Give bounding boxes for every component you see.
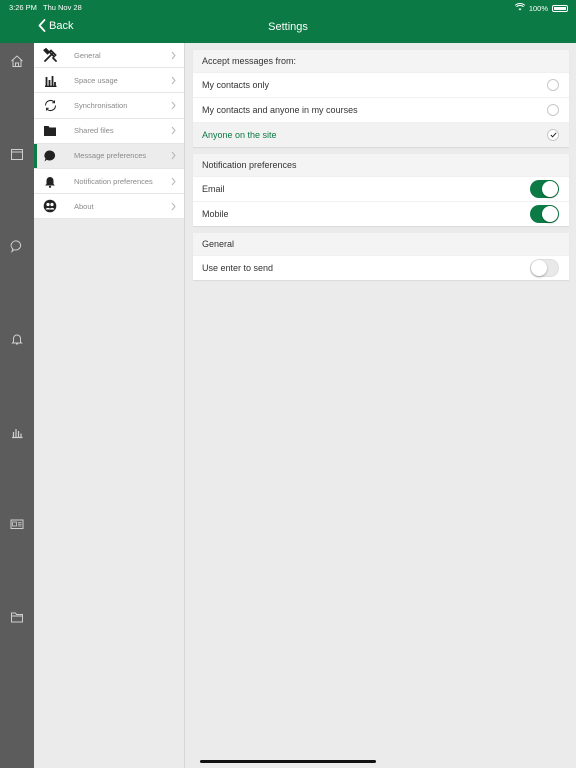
email-toggle[interactable] xyxy=(530,180,559,198)
speech-bubble-icon xyxy=(42,148,58,164)
side-rail xyxy=(0,43,34,768)
badge-icon[interactable] xyxy=(10,517,24,531)
folder-icon xyxy=(42,123,58,139)
menu-item-shared-files[interactable]: Shared files xyxy=(34,118,184,144)
general-heading: General xyxy=(193,233,569,255)
chevron-right-icon xyxy=(171,202,176,211)
bar-chart-icon xyxy=(42,72,58,88)
menu-item-notification-preferences[interactable]: Notification preferences xyxy=(34,168,184,195)
chevron-right-icon xyxy=(171,76,176,85)
status-date: Thu Nov 28 xyxy=(43,3,82,12)
chevron-right-icon xyxy=(171,177,176,185)
setting-label: Use enter to send xyxy=(202,263,274,273)
toggle-knob xyxy=(531,260,547,276)
menu-item-label: About xyxy=(74,201,94,211)
wifi-icon xyxy=(514,3,525,13)
option-my-contacts-only[interactable]: My contacts only xyxy=(193,72,569,97)
menu-item-label: Space usage xyxy=(74,75,118,85)
settings-menu: General Space usage Synchronisation Shar… xyxy=(34,43,185,768)
bell-icon[interactable] xyxy=(10,332,24,346)
menu-item-label: Shared files xyxy=(74,126,114,136)
chevron-right-icon xyxy=(171,101,176,110)
option-label: My contacts only xyxy=(202,80,270,90)
sync-icon xyxy=(42,97,58,113)
folder-icon[interactable] xyxy=(10,610,24,624)
accept-messages-heading: Accept messages from: xyxy=(193,50,569,72)
bell-icon xyxy=(42,173,58,189)
email-setting-row: Email xyxy=(193,176,569,201)
use-enter-setting-row: Use enter to send xyxy=(193,255,569,280)
mobile-toggle[interactable] xyxy=(530,205,559,223)
home-icon[interactable] xyxy=(10,54,24,68)
option-anyone-on-site[interactable]: Anyone on the site xyxy=(193,122,569,147)
toggle-knob xyxy=(542,181,558,197)
checkmark-icon xyxy=(549,132,557,138)
accept-messages-card: Accept messages from: My contacts only M… xyxy=(193,50,569,147)
users-icon xyxy=(42,198,58,214)
grades-icon[interactable] xyxy=(10,425,24,439)
menu-item-general[interactable]: General xyxy=(34,43,184,69)
menu-item-label: Message preferences xyxy=(74,151,147,161)
menu-item-space-usage[interactable]: Space usage xyxy=(34,68,184,94)
radio-button[interactable] xyxy=(547,104,559,116)
option-contacts-and-courses[interactable]: My contacts and anyone in my courses xyxy=(193,97,569,122)
home-indicator xyxy=(200,760,376,763)
chevron-right-icon xyxy=(171,126,176,135)
top-bar: 3:26 PM Thu Nov 28 100% Back Settings xyxy=(0,0,576,43)
radio-button[interactable] xyxy=(547,79,559,91)
setting-label: Email xyxy=(202,184,225,194)
chat-icon[interactable] xyxy=(10,239,24,253)
general-card: General Use enter to send xyxy=(193,233,569,280)
calendar-icon[interactable] xyxy=(10,147,24,161)
mobile-setting-row: Mobile xyxy=(193,201,569,226)
menu-item-synchronisation[interactable]: Synchronisation xyxy=(34,93,184,119)
setting-label: Mobile xyxy=(202,209,229,219)
status-time: 3:26 PM xyxy=(9,3,37,12)
option-label: My contacts and anyone in my courses xyxy=(202,105,358,115)
menu-item-label: Notification preferences xyxy=(74,176,153,186)
battery-percent: 100% xyxy=(528,3,548,13)
notification-preferences-card: Notification preferences Email Mobile xyxy=(193,154,569,226)
menu-item-about[interactable]: About xyxy=(34,194,184,220)
radio-button-checked[interactable] xyxy=(547,129,559,141)
status-indicators: 100% xyxy=(514,3,568,13)
notification-preferences-heading: Notification preferences xyxy=(193,154,569,176)
option-label: Anyone on the site xyxy=(202,130,277,140)
page-title: Settings xyxy=(268,21,308,33)
use-enter-toggle[interactable] xyxy=(530,259,559,277)
chevron-right-icon xyxy=(171,152,176,160)
message-preferences-panel: Accept messages from: My contacts only M… xyxy=(193,50,569,287)
battery-icon xyxy=(552,4,568,12)
menu-item-label: Synchronisation xyxy=(74,100,128,110)
toggle-knob xyxy=(542,206,558,222)
menu-item-label: General xyxy=(74,50,101,60)
chevron-right-icon xyxy=(171,51,176,59)
wrench-icon xyxy=(42,47,58,63)
menu-item-message-preferences[interactable]: Message preferences xyxy=(34,143,184,169)
